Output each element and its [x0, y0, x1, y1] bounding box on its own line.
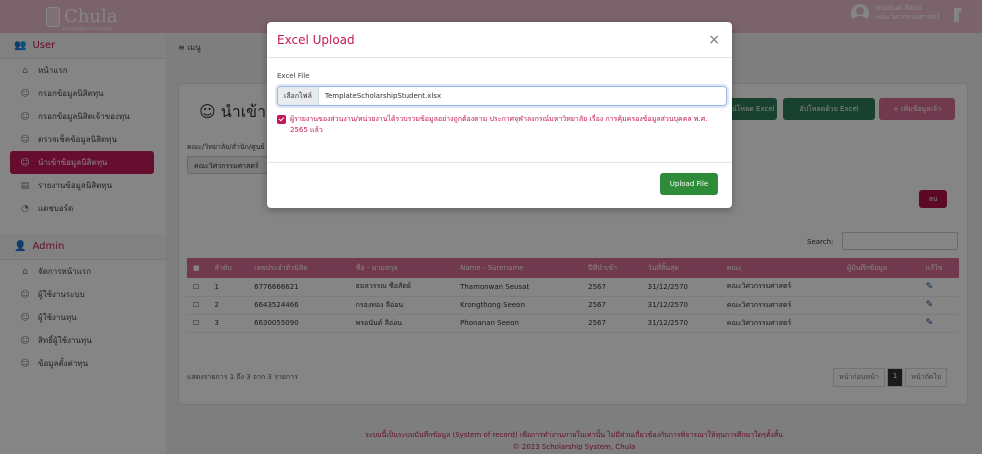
browse-button[interactable]: เลือกไฟล์: [278, 87, 319, 105]
excel-upload-modal: Excel Upload × Excel File เลือกไฟล์ Temp…: [267, 22, 732, 208]
selected-file-name: TemplateScholarshipStudent.xlsx: [324, 92, 442, 100]
excel-file-input[interactable]: เลือกไฟล์ TemplateScholarshipStudent.xls…: [277, 86, 727, 106]
close-icon[interactable]: ×: [708, 32, 720, 48]
consent-text: ผู้รายงานของส่วนงาน/หน่วยงานได้รวบรวมข้อ…: [290, 115, 708, 134]
consent-checkbox[interactable]: [277, 115, 286, 124]
upload-file-button[interactable]: Upload File: [660, 173, 718, 195]
modal-footer: Upload File: [267, 162, 732, 208]
modal-header: Excel Upload ×: [267, 22, 732, 58]
consent-row: ผู้รายงานของส่วนงาน/หน่วยงานได้รวบรวมข้อ…: [277, 114, 722, 136]
modal-body: Excel File เลือกไฟล์ TemplateScholarship…: [267, 58, 732, 164]
excel-file-label: Excel File: [277, 72, 310, 80]
modal-title: Excel Upload: [277, 32, 355, 47]
